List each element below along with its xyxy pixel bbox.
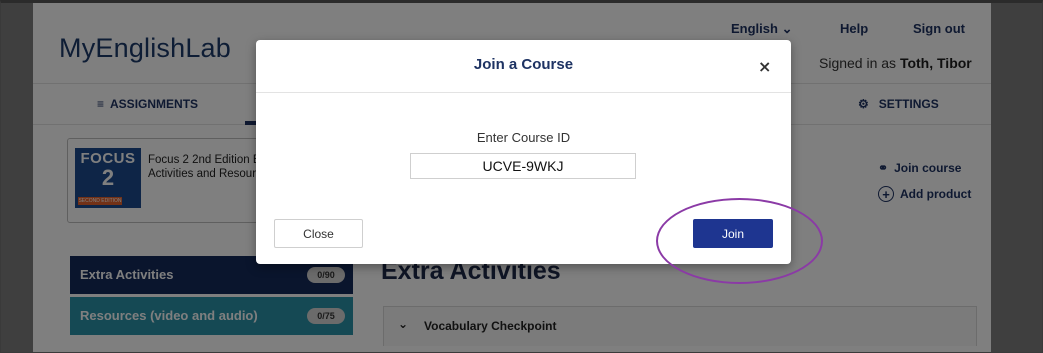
- join-course-dialog: Join a Course × Enter Course ID Close Jo…: [256, 40, 791, 264]
- course-id-label: Enter Course ID: [476, 130, 571, 145]
- dialog-title: Join a Course: [473, 56, 574, 73]
- browser-frame: MyEnglishLab English ⌄ Help Sign out Sig…: [0, 0, 1043, 353]
- close-button[interactable]: Close: [274, 219, 363, 248]
- close-icon[interactable]: ×: [758, 57, 771, 76]
- dialog-header: Join a Course ×: [256, 40, 791, 93]
- course-id-input[interactable]: [410, 153, 636, 179]
- join-button[interactable]: Join: [693, 219, 773, 248]
